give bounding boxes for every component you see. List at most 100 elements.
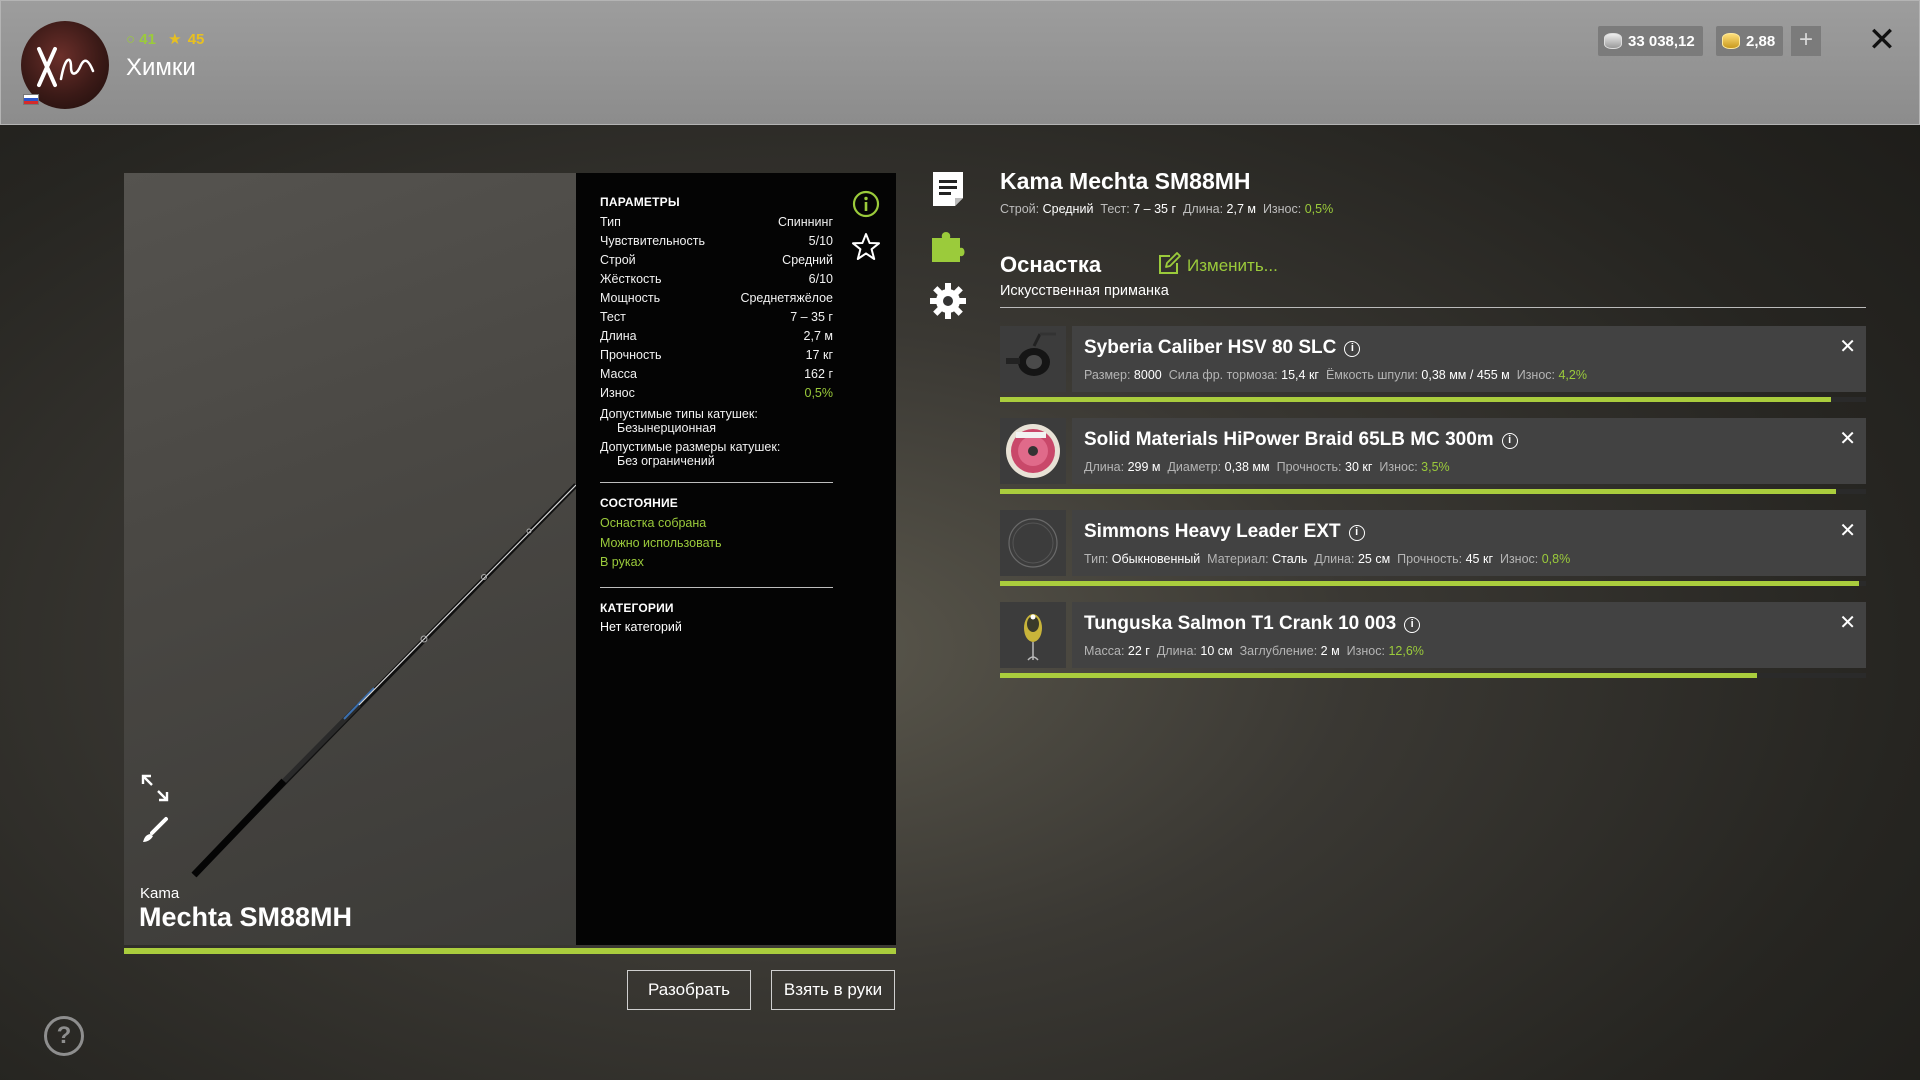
item-thumbnail <box>1000 326 1066 392</box>
summary-value: 2,7 м <box>1226 202 1256 216</box>
player-level: 41 <box>139 31 156 48</box>
remove-item-button[interactable]: ✕ <box>1839 334 1856 359</box>
brush-icon[interactable] <box>140 815 170 845</box>
param-value: 162 г <box>804 367 833 381</box>
param-label: Жёсткость <box>600 272 662 286</box>
param-label: Износ <box>600 386 635 400</box>
item-name-text: Syberia Caliber HSV 80 SLC <box>1084 337 1337 358</box>
spec-value: 299 м <box>1127 460 1161 474</box>
info-icon[interactable]: i <box>1348 525 1365 541</box>
rig-item-line[interactable]: Solid Materials HiPower Braid 65LB MC 30… <box>1000 418 1866 496</box>
spec-label: Материал: <box>1207 552 1269 566</box>
spec-value: 0,8% <box>1541 552 1571 566</box>
spec-value: 25 см <box>1357 552 1391 566</box>
item-name: Tunguska Salmon T1 Crank 10 003 i <box>1084 613 1421 635</box>
info-icon[interactable]: i <box>1404 617 1421 633</box>
silver-balance: 33 038,12 <box>1598 26 1703 56</box>
param-label: Мощность <box>600 291 661 305</box>
spec-label: Масса: <box>1084 644 1125 658</box>
rig-item-leader[interactable]: Simmons Heavy Leader EXT i Тип: Обыкновен… <box>1000 510 1866 588</box>
silver-amount: 33 038,12 <box>1628 32 1695 50</box>
item-name-text: Tunguska Salmon T1 Crank 10 003 <box>1084 613 1397 634</box>
state-item: В руках <box>600 555 644 569</box>
summary-label: Износ: <box>1262 202 1302 216</box>
params-panel: ПАРАМЕТРЫ Тип Спиннинг Чувствительность 5/… <box>576 173 896 945</box>
item-body: Syberia Caliber HSV 80 SLC i Размер: 8000… <box>1072 326 1866 392</box>
spec-label: Прочность: <box>1276 460 1342 474</box>
param-row: Длина 2,7 м <box>600 327 833 346</box>
info-icon[interactable]: i <box>1501 433 1518 449</box>
summary-value: 7 – 35 г <box>1133 202 1177 216</box>
spec-label: Диаметр: <box>1167 460 1222 474</box>
take-in-hands-button[interactable]: Взять в руки <box>771 970 895 1010</box>
gear-icon[interactable] <box>929 282 967 320</box>
disassemble-button[interactable]: Разобрать <box>627 970 751 1010</box>
item-specs: Длина: 299 м Диаметр: 0,38 мм Прочность:… <box>1084 460 1450 474</box>
rig-item-lure[interactable]: Tunguska Salmon T1 Crank 10 003 i Масса: … <box>1000 602 1866 680</box>
top-bar: ○ 41 ★ 45 Химки 33 038,12 2,88 + ✕ <box>0 0 1920 125</box>
summary-value: Средний <box>1042 202 1094 216</box>
param-value: 0,5% <box>804 386 834 400</box>
close-button[interactable]: ✕ <box>1865 23 1899 57</box>
info-icon[interactable] <box>852 190 880 218</box>
puzzle-icon[interactable] <box>929 226 967 264</box>
lure-icon <box>1024 614 1042 661</box>
item-name: Syberia Caliber HSV 80 SLC i <box>1084 337 1361 359</box>
avatar-signature <box>37 47 95 87</box>
param-row: Жёсткость 6/10 <box>600 270 833 289</box>
spec-value: 12,6% <box>1388 644 1424 658</box>
param-value: 2,7 м <box>803 329 833 343</box>
gold-coin-icon <box>1722 33 1740 49</box>
favorite-star-icon[interactable] <box>851 232 881 262</box>
condition-fill <box>1000 673 1757 678</box>
param-value: Среднетяжёлое <box>740 291 833 305</box>
document-icon[interactable] <box>929 170 967 208</box>
info-icon[interactable]: i <box>1344 341 1361 357</box>
item-specs: Размер: 8000 Сила фр. тормоза: 15,4 кг Ё… <box>1084 368 1587 382</box>
spec-label: Заглубление: <box>1239 644 1318 658</box>
rod-condition-bar <box>124 948 896 954</box>
summary-label: Длина: <box>1182 202 1224 216</box>
remove-item-button[interactable]: ✕ <box>1839 610 1856 635</box>
gold-balance: 2,88 <box>1716 26 1784 56</box>
reel-types-label: Допустимые типы катушек: <box>600 407 758 421</box>
divider <box>600 586 833 588</box>
edit-rig-button[interactable]: Изменить... <box>1187 256 1278 276</box>
param-row: Тест 7 – 35 г <box>600 308 833 327</box>
param-value: Спиннинг <box>777 215 833 229</box>
categories-title: КАТЕГОРИИ <box>600 600 674 615</box>
param-value: 7 – 35 г <box>790 310 833 324</box>
spec-label: Длина: <box>1084 460 1125 474</box>
spec-label: Износ: <box>1346 644 1385 658</box>
spec-value: 15,4 кг <box>1281 368 1319 382</box>
rod-model: Mechta SM88MH <box>139 902 353 932</box>
param-label: Строй <box>600 253 636 267</box>
item-body: Tunguska Salmon T1 Crank 10 003 i Масса: … <box>1072 602 1866 668</box>
spec-label: Длина: <box>1314 552 1355 566</box>
spec-value: Обыкновенный <box>1111 552 1201 566</box>
param-row: Прочность 17 кг <box>600 346 833 365</box>
spec-value: 22 г <box>1127 644 1150 658</box>
add-currency-button[interactable]: + <box>1791 26 1821 56</box>
spec-value: 2 м <box>1320 644 1340 658</box>
state-title: СОСТОЯНИЕ <box>600 496 678 510</box>
rod-preview: Kama Mechta SM88MH <box>124 173 576 945</box>
help-button[interactable]: ? <box>44 1016 84 1056</box>
params-list: Тип Спиннинг Чувствительность 5/10 Строй Ср… <box>600 213 872 403</box>
item-body: Solid Materials HiPower Braid 65LB MC 30… <box>1072 418 1866 484</box>
condition-bar <box>1000 397 1866 402</box>
item-summary: Строй: Средний Тест: 7 – 35 г Длина: 2,7… <box>1000 202 1333 216</box>
rig-title: Оснастка <box>1000 252 1102 277</box>
spec-label: Размер: <box>1084 368 1131 382</box>
params-title: ПАРАМЕТРЫ <box>600 195 680 209</box>
item-name-text: Solid Materials HiPower Braid 65LB MC 30… <box>1084 429 1494 450</box>
expand-icon[interactable] <box>140 773 170 803</box>
remove-item-button[interactable]: ✕ <box>1839 426 1856 451</box>
param-value: Средний <box>782 253 833 267</box>
remove-item-button[interactable]: ✕ <box>1839 518 1856 543</box>
edit-icon[interactable] <box>1157 252 1181 276</box>
rig-item-reel[interactable]: Syberia Caliber HSV 80 SLC i Размер: 8000… <box>1000 326 1866 404</box>
condition-fill <box>1000 397 1832 402</box>
item-thumbnail <box>1000 510 1066 576</box>
spec-label: Тип: <box>1084 552 1109 566</box>
